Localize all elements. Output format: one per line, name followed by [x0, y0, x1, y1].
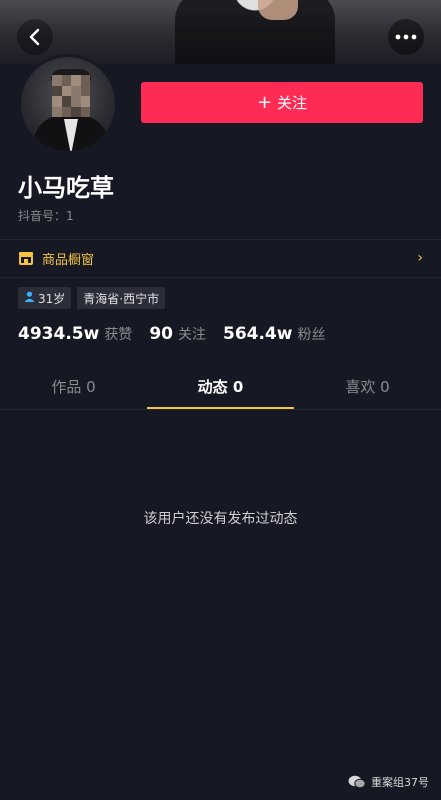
account-id-value: 1	[66, 209, 74, 223]
cover-image-face	[258, 0, 298, 20]
account-id: 抖音号：1	[18, 207, 74, 224]
location-tag: 青海省·西宁市	[77, 287, 166, 309]
stat-followers[interactable]: 564.4w 粉丝	[223, 324, 325, 344]
divider	[0, 409, 441, 410]
shop-icon	[19, 252, 33, 265]
profile-stats: 4934.5w 获赞 90 关注 564.4w 粉丝	[18, 324, 342, 344]
profile-tabs: 作品 0 动态 0 喜欢 0	[0, 366, 441, 409]
stat-likes[interactable]: 4934.5w 获赞	[18, 324, 132, 344]
chevron-right-icon: ›	[417, 250, 423, 266]
tab-moments[interactable]: 动态 0	[147, 366, 294, 409]
watermark-text: 重案组37号	[371, 776, 429, 789]
age-tag: 31岁	[18, 287, 72, 309]
stat-following[interactable]: 90 关注	[149, 324, 206, 344]
tab-works[interactable]: 作品 0	[0, 366, 147, 406]
divider	[0, 277, 441, 278]
watermark: 重案组37号	[348, 774, 429, 790]
more-button[interactable]	[388, 19, 424, 55]
cover-image	[175, 0, 335, 64]
person-icon	[24, 291, 35, 305]
empty-state-message: 该用户还没有发布过动态	[143, 511, 298, 527]
profile-name: 小马吃草	[18, 174, 114, 202]
plus-icon: +	[256, 91, 273, 113]
avatar-face-mosaic	[52, 75, 90, 117]
follow-label: 关注	[277, 94, 308, 112]
more-dots-icon	[395, 34, 417, 40]
tab-likes[interactable]: 喜欢 0	[294, 366, 441, 406]
profile-tags: 31岁 青海省·西宁市	[18, 287, 166, 309]
avatar[interactable]	[18, 54, 118, 154]
follow-button[interactable]: + 关注	[141, 82, 423, 123]
back-button[interactable]	[17, 19, 53, 55]
wechat-icon	[348, 775, 366, 789]
shop-window-label: 商品橱窗	[42, 252, 95, 268]
shop-window-row[interactable]: 商品橱窗 ›	[0, 240, 441, 276]
account-id-label: 抖音号：	[18, 209, 67, 223]
chevron-left-icon	[29, 28, 40, 46]
